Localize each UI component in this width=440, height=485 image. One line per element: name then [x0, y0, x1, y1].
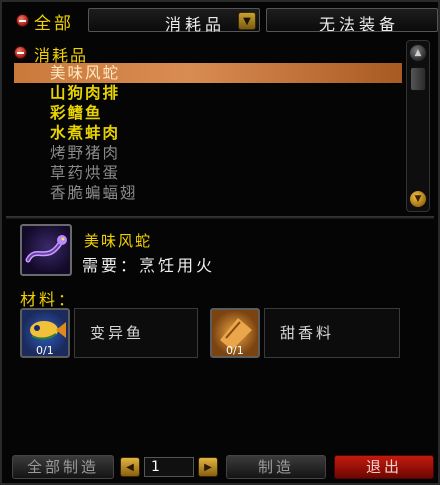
category-dropdown-value: 消耗品 [164, 15, 225, 34]
chevron-left-icon[interactable]: ◀ [120, 457, 140, 477]
category-dropdown[interactable]: 消耗品 ▼ [88, 8, 260, 34]
action-bar: 全部制造 ◀ 1 ▶ 制造 退出 [8, 455, 434, 479]
chevron-right-icon[interactable]: ▶ [198, 457, 218, 477]
recipe-item[interactable]: 草药烘蛋 [14, 163, 402, 183]
recipe-list: 美味风蛇 山狗肉排 彩鳍鱼 水煮蚌肉 烤野猪肉 草药烘蛋 香脆蝙蝠翅 [14, 63, 402, 203]
exit-button[interactable]: 退出 [334, 455, 434, 479]
material-name: 变异鱼 [90, 324, 145, 342]
material-count: 0/1 [36, 344, 54, 357]
collapse-all-button[interactable] [16, 14, 29, 27]
quantity-input[interactable]: 1 [144, 457, 194, 477]
recipe-item[interactable]: 香脆蝙蝠翅 [14, 183, 402, 203]
recipe-item[interactable]: 美味风蛇 [14, 63, 402, 83]
material-count: 0/1 [226, 344, 244, 357]
recipe-item[interactable]: 彩鳍鱼 [14, 103, 402, 123]
materials-heading: 材料： [20, 290, 78, 309]
scroll-up-icon[interactable]: ▲ [409, 44, 427, 62]
collapse-icon[interactable] [14, 46, 27, 59]
scroll-down-icon[interactable]: ▼ [409, 190, 427, 208]
material-name: 甜香料 [280, 324, 335, 342]
filter-bar: 全部 消耗品 ▼ 无法装备 [8, 6, 438, 34]
equip-filter-dropdown[interactable]: 无法装备 [266, 8, 438, 32]
collapse-all-label: 全部 [34, 14, 74, 34]
recipe-item[interactable]: 山狗肉排 [14, 83, 402, 103]
recipe-scrollbar[interactable]: ▲ ▼ [406, 40, 430, 212]
recipe-item[interactable]: 水煮蚌肉 [14, 123, 402, 143]
tradeskill-window: 全部 消耗品 ▼ 无法装备 消耗品 美味风蛇 山狗肉排 彩鳍鱼 水煮蚌肉 烤野猪… [0, 0, 440, 485]
scroll-thumb[interactable] [410, 67, 426, 91]
filter-dropdown-value: 无法装备 [319, 15, 400, 32]
create-button[interactable]: 制造 [226, 455, 326, 479]
recipe-title: 美味风蛇 [84, 232, 153, 250]
recipe-item[interactable]: 烤野猪肉 [14, 143, 402, 163]
section-divider [6, 216, 434, 219]
recipe-requirement: 需要：烹饪用火 [82, 256, 216, 275]
fish-icon[interactable]: 0/1 [20, 308, 70, 358]
recipe-list-panel: 消耗品 美味风蛇 山狗肉排 彩鳍鱼 水煮蚌肉 烤野猪肉 草药烘蛋 香脆蝙蝠翅 [10, 36, 402, 212]
create-all-button[interactable]: 全部制造 [12, 455, 114, 479]
recipe-result-icon[interactable] [20, 224, 72, 276]
spice-pouch-icon[interactable]: 0/1 [210, 308, 260, 358]
serpent-icon [25, 235, 67, 263]
chevron-down-icon[interactable]: ▼ [238, 12, 256, 30]
